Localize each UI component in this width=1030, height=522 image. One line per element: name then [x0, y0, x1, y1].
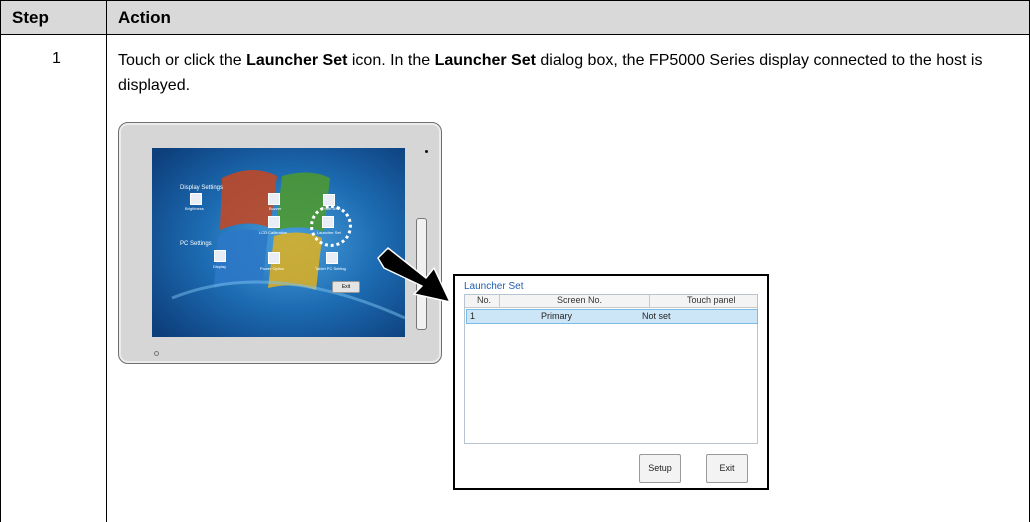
- lcd-calibration-icon[interactable]: [268, 216, 280, 228]
- step-number: 1: [52, 50, 61, 67]
- exit-button[interactable]: Exit: [706, 454, 748, 483]
- table-header-row: No. Screen No. Touch panel: [465, 295, 757, 308]
- column-header-no: No.: [477, 295, 492, 305]
- dialog-title: Launcher Set: [464, 281, 524, 292]
- header-bottom-border: [0, 34, 1030, 35]
- screen-list-table: No. Screen No. Touch panel 1 Primary Not…: [464, 294, 758, 444]
- cell-no: 1: [470, 311, 476, 321]
- display-settings-label: Display Settings: [180, 185, 224, 191]
- header-step: Step: [12, 8, 49, 27]
- column-divider: [106, 0, 107, 522]
- power-led-icon: [154, 351, 159, 356]
- display-icon[interactable]: [214, 250, 226, 262]
- launcher-set-bold: Launcher Set: [246, 52, 348, 69]
- setup-button[interactable]: Setup: [639, 454, 681, 483]
- header-action: Action: [118, 8, 171, 27]
- power-option-icon[interactable]: [268, 252, 280, 264]
- desktop-exit-button[interactable]: Exit: [332, 281, 360, 293]
- column-header-touch-panel: Touch panel: [687, 295, 736, 305]
- front-sensor-dot: [425, 150, 428, 153]
- buzzer-icon[interactable]: [268, 193, 280, 205]
- desktop-screen: Display Settings Brightness Buzzer Front…: [152, 148, 405, 337]
- cell-touch-panel: Not set: [642, 311, 671, 321]
- cell-screen-no: Primary: [541, 311, 572, 321]
- action-text: Touch or click the Launcher Set icon. In…: [118, 52, 983, 94]
- brightness-icon[interactable]: [190, 193, 202, 205]
- tablet-pc-setting-icon[interactable]: [326, 252, 338, 264]
- launcher-set-dialog: Launcher Set No. Screen No. Touch panel …: [453, 274, 769, 490]
- column-header-screen-no: Screen No.: [557, 295, 603, 305]
- table-left-border: [0, 0, 1, 522]
- pc-settings-label: PC Settings: [180, 241, 212, 247]
- arrow-icon: [377, 247, 451, 303]
- highlight-circle: [310, 205, 352, 247]
- table-row[interactable]: 1 Primary Not set: [466, 309, 758, 324]
- launcher-set-bold-2: Launcher Set: [434, 52, 536, 69]
- table-top-border: [0, 0, 1030, 1]
